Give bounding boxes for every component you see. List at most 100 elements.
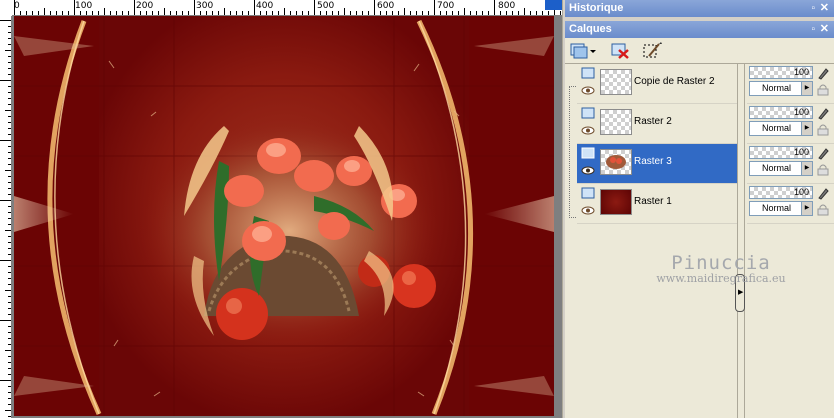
lock-icon[interactable] bbox=[816, 83, 830, 96]
dropdown-arrow-icon[interactable]: ▶ bbox=[801, 201, 813, 216]
ruler-tick bbox=[8, 302, 11, 303]
eye-icon[interactable] bbox=[581, 86, 595, 95]
ruler-tick bbox=[86, 11, 87, 15]
raster-layer-icon bbox=[581, 187, 595, 199]
edit-brush-icon[interactable] bbox=[816, 186, 830, 200]
ruler-tick bbox=[464, 8, 465, 15]
ruler-tick bbox=[8, 374, 11, 375]
edit-brush-icon[interactable] bbox=[816, 66, 830, 80]
layer-thumbnail bbox=[600, 189, 632, 215]
new-layer-icon[interactable] bbox=[569, 41, 597, 60]
ruler-tick bbox=[254, 0, 255, 15]
layer-name: Copie de Raster 2 bbox=[634, 76, 715, 87]
ruler-tick bbox=[422, 11, 423, 15]
ruler-tick bbox=[416, 11, 417, 15]
ruler-tick bbox=[56, 11, 57, 15]
ruler-tick bbox=[470, 11, 471, 15]
opacity-slider[interactable]: 100 bbox=[749, 106, 813, 119]
opacity-slider[interactable]: 100 bbox=[749, 186, 813, 199]
ruler-tick bbox=[44, 8, 45, 15]
pin-icon[interactable]: ▫ bbox=[811, 0, 815, 17]
edit-selection-icon[interactable] bbox=[641, 41, 663, 60]
image-canvas[interactable] bbox=[14, 16, 554, 416]
window-titlebar-fragment bbox=[545, 0, 562, 10]
delete-layer-icon[interactable] bbox=[609, 41, 631, 60]
opacity-value: 100 bbox=[793, 107, 809, 117]
layer-row[interactable]: Raster 1 bbox=[577, 184, 737, 224]
close-icon[interactable]: ✕ bbox=[820, 0, 829, 17]
ruler-tick bbox=[8, 182, 11, 183]
ruler-tick bbox=[8, 386, 11, 387]
ruler-tick bbox=[428, 11, 429, 15]
layer-props-row: 100 Normal ▶ bbox=[747, 184, 834, 224]
ruler-tick bbox=[248, 11, 249, 15]
ruler-tick bbox=[326, 11, 327, 15]
lock-icon[interactable] bbox=[816, 203, 830, 216]
eye-icon[interactable] bbox=[581, 166, 595, 175]
ruler-tick bbox=[8, 218, 11, 219]
ruler-tick bbox=[8, 104, 11, 105]
ruler-tick bbox=[224, 8, 225, 15]
ruler-tick bbox=[26, 11, 27, 15]
dropdown-arrow-icon[interactable]: ▶ bbox=[801, 121, 813, 136]
ruler-tick bbox=[392, 11, 393, 15]
ruler-tick bbox=[260, 11, 261, 15]
ruler-label: 600 bbox=[377, 1, 395, 11]
ruler-label: 300 bbox=[196, 1, 214, 11]
ruler-tick bbox=[8, 308, 11, 309]
lock-icon[interactable] bbox=[816, 123, 830, 136]
ruler-tick bbox=[32, 11, 33, 15]
ruler-tick bbox=[8, 296, 11, 297]
ruler-tick bbox=[8, 242, 11, 243]
ruler-tick bbox=[404, 8, 405, 15]
ruler-tick bbox=[314, 0, 315, 15]
ruler-tick bbox=[50, 11, 51, 15]
ruler-tick bbox=[440, 11, 441, 15]
close-icon[interactable]: ✕ bbox=[820, 21, 829, 38]
watermark-url: www.maidiregrafica.eu bbox=[656, 272, 786, 285]
ruler-tick bbox=[302, 11, 303, 15]
ruler-tick bbox=[8, 116, 11, 117]
ruler-tick bbox=[410, 11, 411, 15]
ruler-tick bbox=[524, 8, 525, 15]
ruler-tick bbox=[8, 344, 11, 345]
eye-icon[interactable] bbox=[581, 206, 595, 215]
dropdown-arrow-icon[interactable]: ▶ bbox=[801, 81, 813, 96]
ruler-tick bbox=[380, 11, 381, 15]
ruler-tick bbox=[506, 11, 507, 15]
layer-row-selected[interactable]: Raster 3 bbox=[577, 144, 737, 184]
edit-brush-icon[interactable] bbox=[816, 146, 830, 160]
ruler-tick bbox=[188, 11, 189, 15]
raster-layer-icon bbox=[581, 147, 595, 159]
layer-properties-column: 100 Normal ▶ 100 Normal ▶ 100 Normal ▶ 1… bbox=[747, 64, 834, 224]
expand-arrow-icon: ▶ bbox=[738, 289, 744, 296]
layer-row[interactable]: Raster 2 bbox=[577, 104, 737, 144]
pin-icon[interactable]: ▫ bbox=[811, 21, 815, 38]
opacity-slider[interactable]: 100 bbox=[749, 146, 813, 159]
lock-icon[interactable] bbox=[816, 163, 830, 176]
history-panel-title[interactable]: Historique ▫ ✕ bbox=[565, 0, 834, 17]
ruler-label: 100 bbox=[75, 1, 93, 11]
eye-icon[interactable] bbox=[581, 126, 595, 135]
ruler-tick bbox=[5, 230, 11, 231]
ruler-tick bbox=[0, 260, 11, 261]
layers-panel: Copie de Raster 2 Raster 2 Raster 3 Rast… bbox=[565, 64, 834, 418]
ruler-tick bbox=[38, 11, 39, 15]
ruler-tick bbox=[170, 11, 171, 15]
ruler-tick bbox=[0, 380, 11, 381]
dropdown-arrow-icon[interactable]: ▶ bbox=[801, 161, 813, 176]
ruler-tick bbox=[344, 8, 345, 15]
opacity-value: 100 bbox=[793, 67, 809, 77]
ruler-tick bbox=[8, 398, 11, 399]
layer-row[interactable]: Copie de Raster 2 bbox=[577, 64, 737, 104]
layer-thumbnail bbox=[600, 109, 632, 135]
ruler-tick bbox=[8, 194, 11, 195]
ruler-tick bbox=[152, 11, 153, 15]
opacity-slider[interactable]: 100 bbox=[749, 66, 813, 79]
edit-brush-icon[interactable] bbox=[816, 106, 830, 120]
layer-props-row: 100 Normal ▶ bbox=[747, 144, 834, 184]
panel-splitter[interactable] bbox=[737, 64, 745, 418]
layers-toolbar bbox=[565, 38, 834, 64]
layers-panel-title[interactable]: Calques ▫ ✕ bbox=[565, 21, 834, 38]
group-tree-line bbox=[569, 86, 576, 218]
